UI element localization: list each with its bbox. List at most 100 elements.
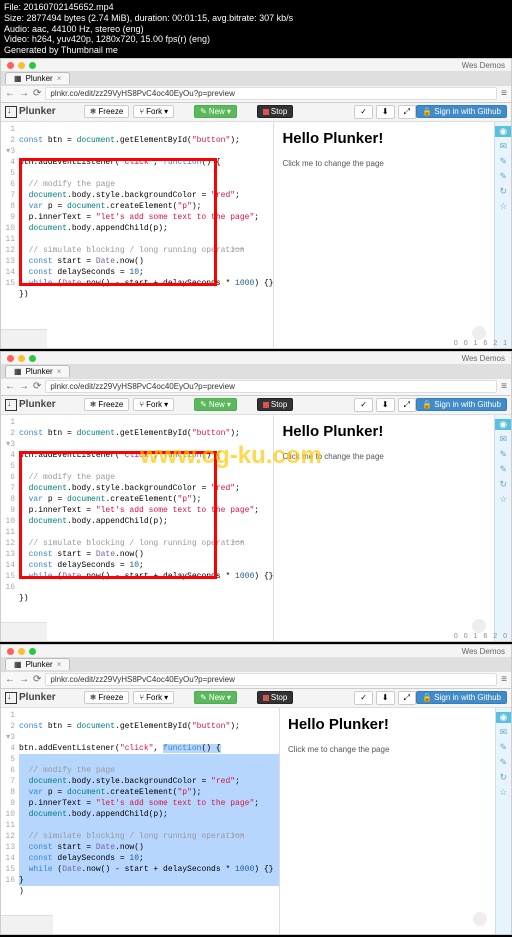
side-preview-icon[interactable]: ◉	[495, 419, 511, 430]
window-close-icon[interactable]	[7, 648, 14, 655]
help-icon[interactable]	[473, 912, 487, 926]
meta-size: Size: 2877494 bytes (2.74 MiB), duration…	[4, 13, 508, 24]
side-embed-icon[interactable]: ✉	[499, 434, 507, 445]
expand-button[interactable]: ⤢	[398, 398, 416, 412]
side-embed-icon[interactable]: ✉	[500, 727, 508, 738]
side-star-icon[interactable]: ☆	[499, 787, 507, 798]
side-edit-icon[interactable]: ✎	[500, 742, 508, 753]
freeze-button[interactable]: ❄ Freeze	[84, 691, 130, 704]
help-icon[interactable]	[472, 619, 486, 633]
window-minimize-icon[interactable]	[18, 355, 25, 362]
side-star-icon[interactable]: ☆	[499, 494, 507, 505]
side-edit-icon[interactable]: ✎	[499, 156, 507, 167]
plunker-logo[interactable]: Plunker	[5, 399, 56, 411]
side-comment-icon[interactable]: ✎	[499, 464, 507, 475]
expand-button[interactable]: ⤢	[398, 691, 416, 705]
freeze-button[interactable]: ❄ Freeze	[84, 105, 130, 118]
pane-drag-handle[interactable]: ⟷	[232, 537, 243, 547]
window-minimize-icon[interactable]	[18, 648, 25, 655]
meta-gen: Generated by Thumbnail me	[4, 45, 508, 56]
download-button[interactable]: ⬇	[376, 398, 395, 412]
expand-button[interactable]: ⤢	[398, 105, 416, 119]
freeze-button[interactable]: ❄ Freeze	[84, 398, 130, 411]
side-refresh-icon[interactable]: ↻	[499, 186, 507, 197]
side-preview-icon[interactable]: ◉	[496, 712, 511, 723]
menu-icon[interactable]: ≡	[501, 88, 507, 99]
code-body[interactable]: const btn = document.getElementById("but…	[19, 124, 273, 311]
check-button[interactable]: ✓	[354, 398, 373, 412]
side-comment-icon[interactable]: ✎	[500, 757, 508, 768]
check-button[interactable]: ✓	[354, 105, 373, 119]
signin-button[interactable]: 🔒 Sign in with Github	[416, 105, 507, 118]
back-icon[interactable]: ←	[5, 674, 15, 685]
code-editor[interactable]: 12▾3456789101112131415 const btn = docum…	[1, 122, 273, 348]
back-icon[interactable]: ←	[5, 381, 15, 392]
download-button[interactable]: ⬇	[376, 691, 395, 705]
stop-button[interactable]: Stop	[257, 691, 293, 704]
new-button[interactable]: ✎ New ▾	[194, 105, 237, 118]
pane-drag-handle[interactable]: ⟷	[232, 244, 243, 254]
reload-icon[interactable]: ⟳	[33, 381, 41, 392]
side-edit-icon[interactable]: ✎	[499, 449, 507, 460]
url-input[interactable]: plnkr.co/edit/zz29VyHS8PvC4oc40EyOu?p=pr…	[45, 87, 497, 100]
forward-icon[interactable]: →	[19, 88, 29, 99]
meta-audio: Audio: aac, 44100 Hz, stereo (eng)	[4, 24, 508, 35]
tab-close-icon[interactable]: ×	[57, 367, 62, 376]
side-star-icon[interactable]: ☆	[499, 201, 507, 212]
code-editor[interactable]: 12▾345678910111213141516 const btn = doc…	[1, 708, 279, 934]
new-button[interactable]: ✎ New ▾	[194, 691, 237, 704]
preview-button[interactable]: Click me to change the page	[288, 745, 487, 754]
screenshot-1: Wes Demos ▦ Plunker × ← → ⟳ plnkr.co/edi…	[0, 58, 512, 349]
url-input[interactable]: plnkr.co/edit/zz29VyHS8PvC4oc40EyOu?p=pr…	[45, 673, 497, 686]
help-icon[interactable]	[472, 326, 486, 340]
side-comment-icon[interactable]: ✎	[499, 171, 507, 182]
side-refresh-icon[interactable]: ↻	[500, 772, 508, 783]
stop-button[interactable]: Stop	[257, 105, 293, 118]
forward-icon[interactable]: →	[19, 381, 29, 392]
window-zoom-icon[interactable]	[29, 648, 36, 655]
tab-favicon: ▦	[14, 660, 22, 669]
side-refresh-icon[interactable]: ↻	[499, 479, 507, 490]
fork-button[interactable]: ⑂ Fork ▾	[133, 691, 174, 704]
side-preview-icon[interactable]: ◉	[495, 126, 511, 137]
forward-icon[interactable]: →	[19, 674, 29, 685]
side-embed-icon[interactable]: ✉	[499, 141, 507, 152]
back-icon[interactable]: ←	[5, 88, 15, 99]
tab-close-icon[interactable]: ×	[57, 660, 62, 669]
window-zoom-icon[interactable]	[29, 355, 36, 362]
fork-button[interactable]: ⑂ Fork ▾	[133, 398, 174, 411]
code-editor[interactable]: 12▾345678910111213141516 const btn = doc…	[1, 415, 273, 641]
menu-icon[interactable]: ≡	[501, 381, 507, 392]
plunker-logo[interactable]: Plunker	[5, 106, 56, 118]
url-input[interactable]: plnkr.co/edit/zz29VyHS8PvC4oc40EyOu?p=pr…	[45, 380, 497, 393]
code-body[interactable]: const btn = document.getElementById("but…	[19, 710, 279, 908]
stop-icon	[263, 109, 269, 115]
plunker-logo[interactable]: Plunker	[5, 692, 56, 704]
browser-tab[interactable]: ▦ Plunker ×	[5, 658, 70, 670]
window-zoom-icon[interactable]	[29, 62, 36, 69]
url-bar: ← → ⟳ plnkr.co/edit/zz29VyHS8PvC4oc40EyO…	[1, 378, 511, 396]
code-body[interactable]: const btn = document.getElementById("but…	[19, 417, 273, 615]
pane-drag-handle[interactable]: ⟷	[232, 830, 243, 840]
preview-button[interactable]: Click me to change the page	[282, 159, 486, 168]
check-button[interactable]: ✓	[354, 691, 373, 705]
new-button[interactable]: ✎ New ▾	[194, 398, 237, 411]
tab-close-icon[interactable]: ×	[57, 74, 62, 83]
preview-button[interactable]: Click me to change the page	[282, 452, 486, 461]
window-close-icon[interactable]	[7, 62, 14, 69]
reload-icon[interactable]: ⟳	[33, 674, 41, 685]
signin-button[interactable]: 🔒 Sign in with Github	[416, 398, 507, 411]
browser-tab[interactable]: ▦ Plunker ×	[5, 365, 70, 377]
plunker-logo-icon	[5, 106, 17, 118]
reload-icon[interactable]: ⟳	[33, 88, 41, 99]
fork-button[interactable]: ⑂ Fork ▾	[133, 105, 174, 118]
menu-icon[interactable]: ≡	[501, 674, 507, 685]
download-button[interactable]: ⬇	[376, 105, 395, 119]
stop-button[interactable]: Stop	[257, 398, 293, 411]
browser-tab[interactable]: ▦ Plunker ×	[5, 72, 70, 84]
window-minimize-icon[interactable]	[18, 62, 25, 69]
window-title: Wes Demos	[462, 61, 505, 70]
tab-favicon: ▦	[14, 367, 22, 376]
signin-button[interactable]: 🔒 Sign in with Github	[416, 691, 507, 704]
window-close-icon[interactable]	[7, 355, 14, 362]
